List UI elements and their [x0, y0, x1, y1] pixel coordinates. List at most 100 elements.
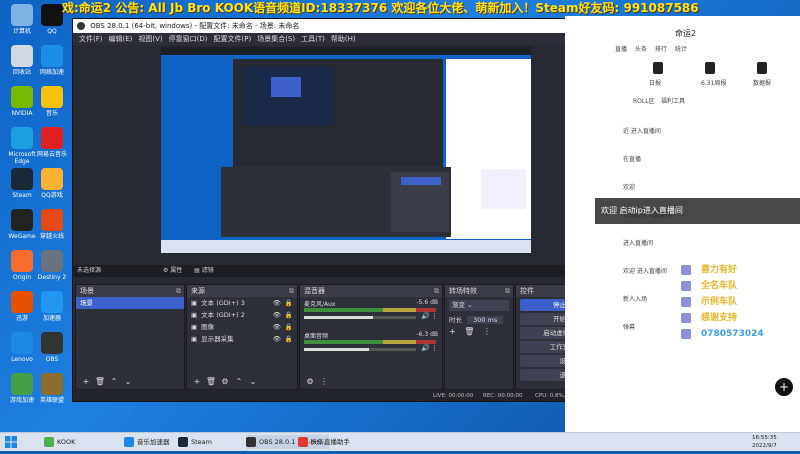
- volume-slider[interactable]: [304, 316, 416, 319]
- add-button[interactable]: +: [775, 378, 793, 396]
- volume-fill: [304, 316, 374, 319]
- overlay-line: 示例车队: [677, 294, 799, 310]
- menu-item[interactable]: 编辑(E): [109, 35, 133, 43]
- add-transition-button[interactable]: +: [449, 327, 456, 336]
- move-up-button[interactable]: ⌃: [108, 377, 120, 386]
- add-source-button[interactable]: +: [191, 377, 203, 386]
- properties-button[interactable]: ⚙ 属性: [163, 267, 182, 274]
- transition-select[interactable]: 渐变 ⌄: [449, 300, 509, 311]
- stream-banner: 戏:命运2 公告: All Jb Bro KOOK语音频道ID:18337376…: [62, 1, 699, 15]
- remove-source-button[interactable]: 🗑: [205, 377, 217, 386]
- panel-subtab[interactable]: ROLL区: [633, 96, 655, 105]
- desktop-icon[interactable]: Destiny 2: [32, 250, 72, 281]
- move-down-button[interactable]: ⌄: [122, 377, 134, 386]
- visibility-eye-icon[interactable]: 👁: [273, 321, 281, 333]
- desktop-icon[interactable]: QQ游戏: [32, 168, 72, 199]
- avatar: [681, 313, 691, 323]
- add-scene-button[interactable]: +: [80, 377, 92, 386]
- desktop-icon[interactable]: 网易云音乐: [32, 127, 72, 158]
- lock-icon[interactable]: 🔒: [285, 321, 293, 333]
- speaker-icon[interactable]: 🔊: [421, 312, 430, 320]
- dock-menu-icon[interactable]: ⧉: [434, 285, 439, 297]
- desktop-icon[interactable]: OBS: [32, 332, 72, 363]
- source-item[interactable]: ▣ 图像 👁 🔒: [187, 321, 297, 333]
- panel-tab[interactable]: 直播: [615, 44, 627, 53]
- sources-toolbar: + 🗑 ⚙ ⌃ ⌄: [191, 377, 261, 386]
- obs-menubar: 文件(F) 编辑(E) 视图(V) 停靠窗口(D) 配置文件(P) 场景集合(S) 工具(T…: [73, 33, 617, 45]
- scenes-toolbar: + 🗑 ⌃ ⌄: [80, 377, 136, 386]
- transition-menu-button[interactable]: ⋮: [483, 327, 491, 336]
- panel-subtab[interactable]: 福利工具: [661, 96, 685, 105]
- app-icon: [41, 373, 63, 395]
- desktop-icon[interactable]: 穿越火线: [32, 209, 72, 240]
- visibility-eye-icon[interactable]: 👁: [273, 333, 281, 345]
- source-type-icon: ▣: [191, 323, 198, 331]
- dock-menu-icon[interactable]: ⧉: [505, 285, 510, 297]
- no-source-label: 未选择源: [77, 267, 102, 274]
- mixer-menu-button[interactable]: ⋮: [318, 377, 330, 386]
- overlay-line: 全名车队: [677, 278, 799, 294]
- lock-icon[interactable]: 🔒: [285, 309, 293, 321]
- remove-transition-button[interactable]: 🗑: [464, 327, 474, 336]
- taskbar-app[interactable]: 音乐加速器: [124, 435, 170, 449]
- visibility-eye-icon[interactable]: 👁: [273, 297, 281, 309]
- desktop-icon-label: 加速器: [42, 315, 61, 322]
- menu-item[interactable]: 帮助(H): [331, 35, 356, 43]
- scene-item[interactable]: 场景: [76, 297, 184, 309]
- channel-menu-icon[interactable]: ⋮: [431, 344, 438, 352]
- obs-window: OBS 28.0.1 (64-bit, windows) - 配置文件: 未命名…: [72, 18, 618, 402]
- source-item[interactable]: ▣ 文本 (GDI+) 2 👁 🔒: [187, 309, 297, 321]
- dock-menu-icon[interactable]: ⧉: [289, 285, 294, 297]
- app-icon: [11, 127, 33, 149]
- duration-input[interactable]: 300 ms: [467, 316, 504, 324]
- desktop-icon[interactable]: 加速器: [32, 291, 72, 322]
- volume-slider[interactable]: [304, 348, 416, 351]
- avatar: [681, 281, 691, 291]
- taskbar-app[interactable]: 头条直播助手: [298, 435, 350, 449]
- desktop-icon-label: 穿越火线: [39, 233, 64, 240]
- start-button[interactable]: [4, 435, 18, 449]
- source-item[interactable]: ▣ 文本 (GDI+) 3 👁 🔒: [187, 297, 297, 309]
- lock-icon[interactable]: 🔒: [285, 333, 293, 345]
- status-bar: LIVE: 00:00:00 REC: 00:00:00 CPU: 0.8%, …: [73, 391, 617, 401]
- speaker-icon[interactable]: 🔊: [421, 344, 430, 352]
- preview-canvas[interactable]: [161, 47, 531, 253]
- panel-tab[interactable]: 排行: [655, 44, 667, 53]
- panel-tab[interactable]: 统计: [675, 44, 687, 53]
- filters-button[interactable]: ▤ 滤镜: [194, 267, 214, 274]
- duration-label: 时长: [449, 316, 462, 324]
- desktop-icon[interactable]: 英雄联盟: [32, 373, 72, 404]
- remove-scene-button[interactable]: 🗑: [94, 377, 106, 386]
- menu-item[interactable]: 文件(F): [79, 35, 103, 43]
- sources-title: 来源: [191, 287, 205, 295]
- app-icon: [41, 127, 63, 149]
- dock-menu-icon[interactable]: ⧉: [176, 285, 181, 297]
- chat-message: 进入直播间: [623, 240, 654, 247]
- badge-icon: [757, 62, 767, 74]
- desktop-icon-label: OBS: [45, 356, 59, 363]
- menu-item[interactable]: 视图(V): [138, 35, 162, 43]
- desktop-icon[interactable]: 网络加速: [32, 45, 72, 76]
- visibility-eye-icon[interactable]: 👁: [273, 309, 281, 321]
- taskbar-app[interactable]: KOOK: [44, 435, 75, 449]
- lock-icon[interactable]: 🔒: [285, 297, 293, 309]
- taskbar-app[interactable]: Steam: [178, 435, 212, 449]
- desktop-icon-label: 网络加速: [39, 69, 64, 76]
- menu-item[interactable]: 工具(T): [301, 35, 325, 43]
- panel-tab[interactable]: 头条: [635, 44, 647, 53]
- menu-item[interactable]: 停靠窗口(D): [169, 35, 208, 43]
- move-down-button[interactable]: ⌄: [247, 377, 259, 386]
- source-item[interactable]: ▣ 显示器采集 👁 🔒: [187, 333, 297, 345]
- menu-item[interactable]: 配置文件(P): [214, 35, 252, 43]
- source-settings-button[interactable]: ⚙: [219, 377, 231, 386]
- advanced-audio-button[interactable]: ⚙: [304, 377, 316, 386]
- chat-message: 近 进入直播间: [623, 128, 661, 135]
- move-up-button[interactable]: ⌃: [233, 377, 245, 386]
- app-icon: [41, 291, 63, 313]
- clock[interactable]: 16:55:35 2022/9/7: [752, 434, 777, 449]
- obs-title: OBS 28.0.1 (64-bit, windows) - 配置文件: 未命名…: [90, 22, 300, 30]
- menu-item[interactable]: 场景集合(S): [257, 35, 295, 43]
- channel-menu-icon[interactable]: ⋮: [431, 312, 438, 320]
- app-icon: [41, 4, 63, 26]
- desktop-icon[interactable]: 音乐: [32, 86, 72, 117]
